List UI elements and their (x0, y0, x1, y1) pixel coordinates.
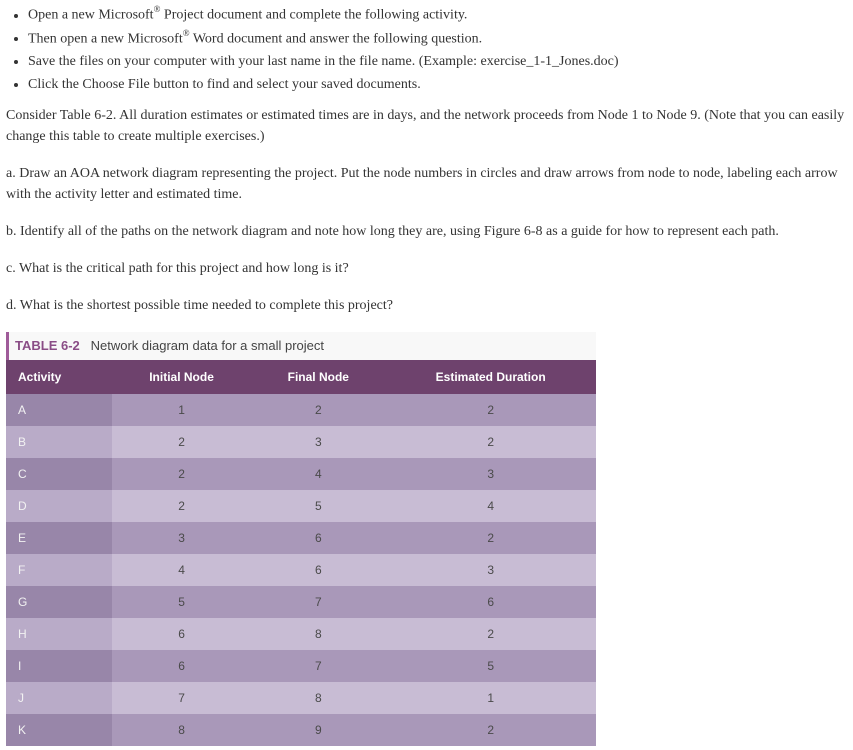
cell-activity: H (6, 618, 112, 650)
cell-activity: B (6, 426, 112, 458)
instr-post: Word document and answer the following q… (190, 31, 483, 46)
th-activity: Activity (6, 360, 112, 394)
cell-duration: 4 (385, 490, 596, 522)
list-item: Click the Choose File button to find and… (28, 74, 847, 95)
list-item: Then open a new Microsoft® Word document… (28, 28, 847, 50)
table-row: K892 (6, 714, 596, 746)
cell-activity: J (6, 682, 112, 714)
cell-final: 3 (251, 426, 385, 458)
table-row: I675 (6, 650, 596, 682)
cell-activity: E (6, 522, 112, 554)
table-row: D254 (6, 490, 596, 522)
cell-initial: 4 (112, 554, 251, 586)
intro-paragraph: Consider Table 6-2. All duration estimat… (6, 105, 847, 147)
cell-duration: 3 (385, 554, 596, 586)
table-row: J781 (6, 682, 596, 714)
cell-activity: C (6, 458, 112, 490)
instr-pre: Then open a new Microsoft (28, 31, 183, 46)
table-title: TABLE 6-2 Network diagram data for a sma… (6, 332, 596, 360)
instr-text: Save the files on your computer with you… (28, 54, 619, 69)
cell-initial: 8 (112, 714, 251, 746)
cell-initial: 2 (112, 490, 251, 522)
question-d: d. What is the shortest possible time ne… (6, 295, 847, 316)
list-item: Save the files on your computer with you… (28, 51, 847, 72)
cell-duration: 1 (385, 682, 596, 714)
registered-icon: ® (183, 28, 190, 38)
cell-final: 8 (251, 682, 385, 714)
cell-duration: 2 (385, 618, 596, 650)
table-row: C243 (6, 458, 596, 490)
cell-activity: F (6, 554, 112, 586)
cell-initial: 2 (112, 458, 251, 490)
cell-activity: I (6, 650, 112, 682)
table-header-row: Activity Initial Node Final Node Estimat… (6, 360, 596, 394)
cell-final: 9 (251, 714, 385, 746)
cell-final: 5 (251, 490, 385, 522)
cell-initial: 6 (112, 650, 251, 682)
cell-final: 4 (251, 458, 385, 490)
table-caption: Network diagram data for a small project (91, 338, 324, 353)
cell-initial: 7 (112, 682, 251, 714)
instruction-list: Open a new Microsoft® Project document a… (6, 4, 847, 95)
instr-text: Click the Choose File button to find and… (28, 77, 421, 92)
th-final: Final Node (251, 360, 385, 394)
cell-initial: 1 (112, 394, 251, 426)
cell-activity: D (6, 490, 112, 522)
cell-activity: G (6, 586, 112, 618)
cell-initial: 2 (112, 426, 251, 458)
cell-final: 7 (251, 586, 385, 618)
cell-activity: K (6, 714, 112, 746)
table-row: A122 (6, 394, 596, 426)
th-initial: Initial Node (112, 360, 251, 394)
table-row: B232 (6, 426, 596, 458)
table-container: TABLE 6-2 Network diagram data for a sma… (6, 332, 596, 746)
cell-duration: 3 (385, 458, 596, 490)
data-table: Activity Initial Node Final Node Estimat… (6, 360, 596, 746)
cell-duration: 2 (385, 426, 596, 458)
question-a: a. Draw an AOA network diagram represent… (6, 163, 847, 205)
table-row: H682 (6, 618, 596, 650)
th-duration: Estimated Duration (385, 360, 596, 394)
table-row: E362 (6, 522, 596, 554)
cell-duration: 2 (385, 394, 596, 426)
table-label: TABLE 6-2 (15, 338, 80, 353)
table-row: G576 (6, 586, 596, 618)
cell-duration: 2 (385, 714, 596, 746)
cell-final: 6 (251, 522, 385, 554)
table-row: F463 (6, 554, 596, 586)
cell-final: 8 (251, 618, 385, 650)
cell-activity: A (6, 394, 112, 426)
question-b: b. Identify all of the paths on the netw… (6, 221, 847, 242)
cell-final: 6 (251, 554, 385, 586)
instr-pre: Open a new Microsoft (28, 8, 154, 23)
registered-icon: ® (154, 4, 161, 14)
cell-final: 2 (251, 394, 385, 426)
cell-duration: 5 (385, 650, 596, 682)
cell-duration: 2 (385, 522, 596, 554)
instr-post: Project document and complete the follow… (160, 8, 467, 23)
cell-initial: 5 (112, 586, 251, 618)
cell-final: 7 (251, 650, 385, 682)
question-c: c. What is the critical path for this pr… (6, 258, 847, 279)
list-item: Open a new Microsoft® Project document a… (28, 4, 847, 26)
cell-initial: 3 (112, 522, 251, 554)
cell-duration: 6 (385, 586, 596, 618)
cell-initial: 6 (112, 618, 251, 650)
